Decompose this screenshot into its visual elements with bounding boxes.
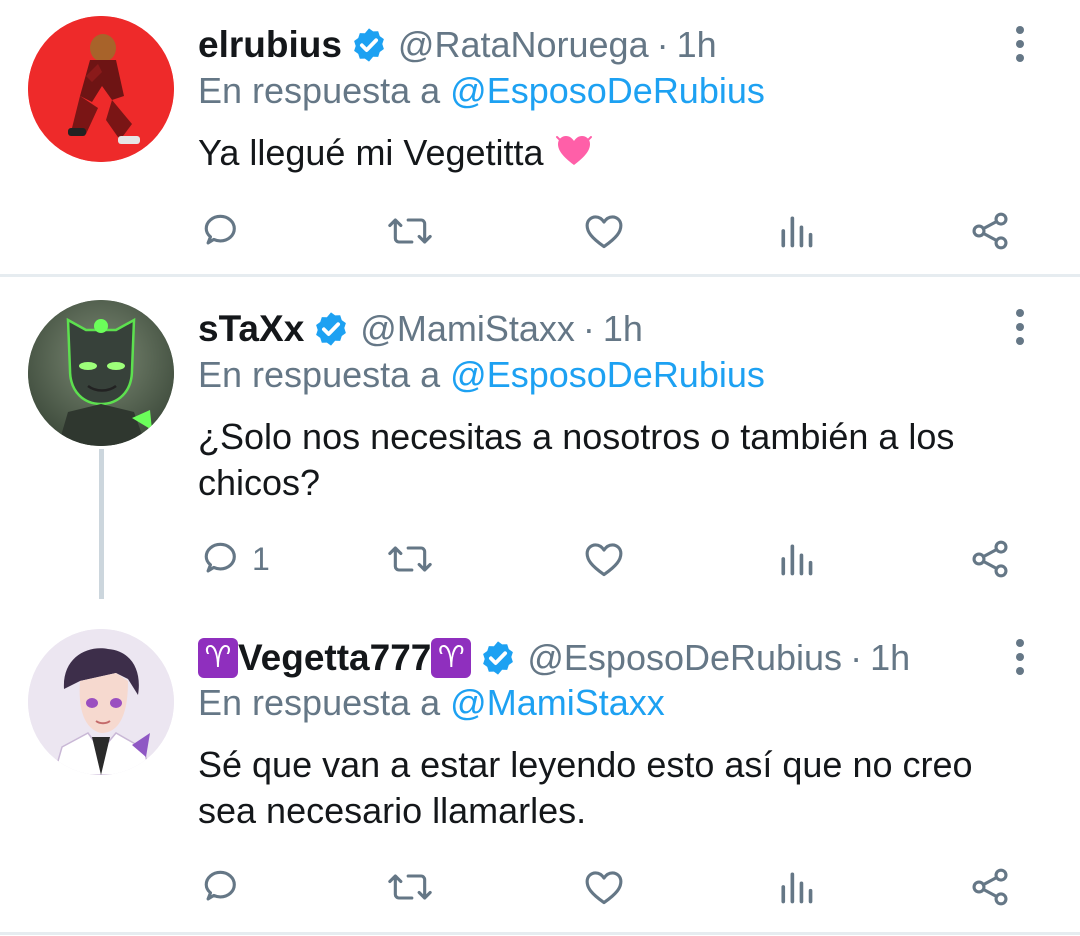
tweet-text: Ya llegué mi Vegetitta — [198, 130, 1038, 176]
tweet-header: sTaXx @MamiStaxx · 1h — [198, 304, 643, 354]
aries-emoji-icon: ♈ — [431, 638, 472, 678]
like-button[interactable] — [582, 206, 626, 256]
tweet-actions — [198, 862, 1028, 912]
more-options-icon[interactable] — [1008, 637, 1032, 677]
separator-dot: · — [850, 637, 863, 678]
analytics-button[interactable] — [776, 862, 816, 912]
more-options-icon[interactable] — [1008, 307, 1032, 347]
like-button[interactable] — [582, 534, 626, 584]
reply-icon — [204, 214, 236, 245]
retweet-icon — [388, 546, 432, 572]
avatar-vegetta777[interactable] — [28, 629, 174, 775]
timestamp[interactable]: 1h — [603, 308, 643, 350]
reply-count: 1 — [252, 540, 270, 577]
user-handle[interactable]: @EsposoDeRubius — [527, 637, 842, 679]
reply-context: En respuesta a @EsposoDeRubius — [198, 354, 765, 396]
like-icon — [585, 543, 623, 577]
analytics-icon — [781, 216, 813, 248]
retweet-icon — [388, 874, 432, 900]
verified-badge-icon — [479, 639, 517, 677]
reply-prefix: En respuesta a — [198, 354, 441, 395]
retweet-button[interactable] — [386, 534, 434, 584]
display-name[interactable]: sTaXx — [198, 308, 304, 350]
avatar-staxx[interactable] — [28, 300, 174, 446]
tweet-text-content: Ya llegué mi Vegetitta — [198, 132, 544, 173]
tweet-header: ♈ Vegetta777 ♈ @EsposoDeRubius · 1h — [198, 633, 910, 683]
share-icon — [972, 868, 1008, 906]
tweet-text-line: ¿Solo nos necesitas a nosotros o también… — [198, 416, 955, 457]
retweet-button[interactable] — [386, 862, 434, 912]
share-button[interactable] — [968, 862, 1012, 912]
tweet-text: ¿Solo nos necesitas a nosotros o también… — [198, 414, 1038, 506]
analytics-button[interactable] — [776, 534, 816, 584]
tweet-text-line: Sé que van a estar leyendo esto así que … — [198, 744, 973, 785]
reply-icon — [204, 542, 236, 573]
verified-badge-icon — [312, 310, 350, 348]
tweet-3[interactable]: ♈ Vegetta777 ♈ @EsposoDeRubius · 1h En r… — [0, 600, 1080, 932]
verified-badge-icon — [350, 26, 388, 64]
like-icon — [585, 215, 623, 249]
tweet-divider — [0, 932, 1080, 935]
tweet-2[interactable]: sTaXx @MamiStaxx · 1h En respuesta a @Es… — [0, 277, 1080, 599]
share-icon — [972, 212, 1008, 250]
tweet-text: Sé que van a estar leyendo esto así que … — [198, 742, 1038, 834]
timestamp[interactable]: 1h — [677, 24, 717, 66]
tweet-text-line: sea necesario llamarles. — [198, 790, 587, 831]
reply-button[interactable] — [198, 206, 250, 256]
share-button[interactable] — [968, 206, 1012, 256]
analytics-icon — [781, 544, 813, 576]
display-name[interactable]: Vegetta777 — [238, 637, 431, 679]
analytics-icon — [781, 872, 813, 904]
reply-context: En respuesta a @MamiStaxx — [198, 682, 665, 724]
share-icon — [972, 540, 1008, 578]
aries-emoji-icon: ♈ — [198, 638, 238, 678]
analytics-button[interactable] — [776, 206, 816, 256]
reply-prefix: En respuesta a — [198, 70, 441, 111]
tweet-text-line: chicos? — [198, 462, 321, 503]
retweet-icon — [388, 218, 432, 244]
tweet-1[interactable]: elrubius @RataNoruega · 1h En respuesta … — [0, 0, 1080, 274]
like-button[interactable] — [582, 862, 626, 912]
reply-icon — [204, 870, 236, 901]
reply-prefix: En respuesta a — [198, 682, 441, 723]
tweet-header: elrubius @RataNoruega · 1h — [198, 20, 717, 70]
reply-button[interactable]: 1 — [198, 534, 270, 584]
reply-button[interactable] — [198, 862, 250, 912]
like-icon — [585, 871, 623, 905]
tweet-actions: 1 — [198, 534, 1028, 584]
more-options-icon[interactable] — [1008, 24, 1032, 64]
retweet-button[interactable] — [386, 206, 434, 256]
timestamp[interactable]: 1h — [870, 637, 910, 679]
user-handle[interactable]: @RataNoruega — [398, 24, 649, 66]
user-handle[interactable]: @MamiStaxx — [360, 308, 575, 350]
avatar-elrubius[interactable] — [28, 16, 174, 162]
tweet-actions — [198, 206, 1028, 256]
separator-dot: · — [656, 24, 669, 65]
reply-mention-link[interactable]: @MamiStaxx — [450, 682, 665, 723]
heart-emoji-icon — [554, 131, 594, 171]
reply-mention-link[interactable]: @EsposoDeRubius — [450, 70, 765, 111]
share-button[interactable] — [968, 534, 1012, 584]
display-name[interactable]: elrubius — [198, 24, 342, 66]
reply-context: En respuesta a @EsposoDeRubius — [198, 70, 765, 112]
thread-connector-line — [99, 449, 104, 599]
separator-dot: · — [582, 308, 595, 349]
reply-mention-link[interactable]: @EsposoDeRubius — [450, 354, 765, 395]
